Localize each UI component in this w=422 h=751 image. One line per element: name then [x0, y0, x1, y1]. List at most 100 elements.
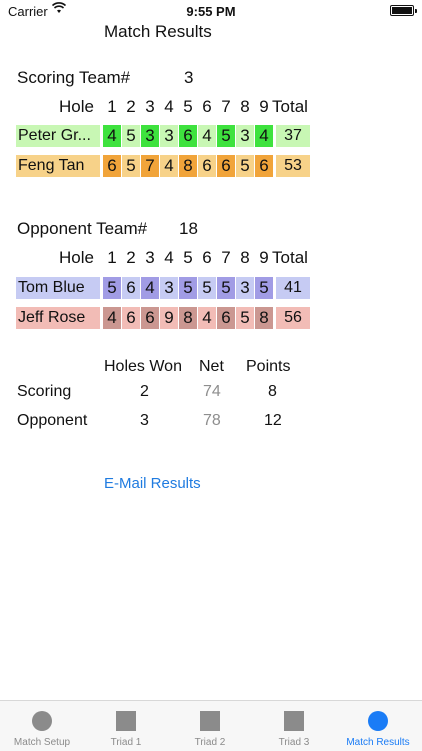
score-cell: 4 — [255, 125, 273, 147]
score-cell: 6 — [198, 155, 216, 177]
summary-row-label: Scoring — [17, 383, 72, 400]
hole-number: 1 — [107, 97, 117, 116]
hole-number: 7 — [221, 97, 231, 116]
tab-label: Triad 3 — [278, 737, 310, 748]
battery-icon — [390, 5, 417, 16]
score-cell: 6 — [255, 155, 273, 177]
hole-number: 2 — [126, 248, 136, 267]
square-icon — [284, 711, 304, 731]
square-icon — [200, 711, 220, 731]
hole-number: 3 — [145, 97, 155, 116]
score-cell: 8 — [255, 307, 273, 329]
score-cell: 4 — [103, 125, 121, 147]
score-cell: 5 — [103, 277, 121, 299]
player-row-tom: Tom Blue 5 6 4 3 5 5 5 3 5 41 — [0, 277, 422, 299]
tab-label: Match Results — [346, 737, 410, 748]
total-label: Total — [272, 248, 308, 267]
player-row-feng: Feng Tan 6 5 7 4 8 6 6 5 6 53 — [0, 155, 422, 177]
score-cell: 6 — [217, 155, 235, 177]
scoring-team-label: Scoring Team# — [17, 68, 131, 87]
total-label: Total — [272, 97, 308, 116]
score-cell: 6 — [179, 125, 197, 147]
score-cell: 8 — [179, 307, 197, 329]
score-cell: 8 — [179, 155, 197, 177]
total-cell: 56 — [276, 307, 310, 329]
status-bar: Carrier 9:55 PM — [0, 0, 422, 22]
opponent-team-number: 18 — [179, 219, 198, 238]
score-cell: 5 — [236, 155, 254, 177]
net-value: 78 — [203, 412, 221, 429]
tab-triad-3[interactable]: Triad 3 — [252, 701, 336, 751]
score-cell: 5 — [217, 125, 235, 147]
hole-number: 7 — [221, 248, 231, 267]
tab-triad-1[interactable]: Triad 1 — [84, 701, 168, 751]
hole-number: 6 — [202, 97, 212, 116]
score-cell: 5 — [198, 277, 216, 299]
circle-icon — [32, 711, 52, 731]
score-cell: 5 — [217, 277, 235, 299]
player-name: Peter Gr... — [16, 125, 100, 147]
tab-label: Match Setup — [13, 737, 71, 748]
score-cell: 5 — [122, 155, 140, 177]
score-cell: 3 — [160, 277, 178, 299]
square-icon — [116, 711, 136, 731]
hole-number: 8 — [240, 97, 250, 116]
score-cell: 4 — [198, 307, 216, 329]
score-cell: 3 — [236, 277, 254, 299]
hole-number: 8 — [240, 248, 250, 267]
tab-match-setup[interactable]: Match Setup — [0, 701, 84, 751]
hole-number: 1 — [107, 248, 117, 267]
score-cell: 3 — [160, 125, 178, 147]
opponent-team-label: Opponent Team# — [17, 219, 148, 238]
points-value: 8 — [268, 383, 277, 400]
player-name: Jeff Rose — [16, 307, 100, 329]
score-cell: 5 — [122, 125, 140, 147]
hole-label: Hole — [59, 248, 94, 267]
circle-icon — [368, 711, 388, 731]
holes-won-value: 3 — [140, 412, 149, 429]
total-cell: 53 — [276, 155, 310, 177]
tab-label: Triad 1 — [110, 737, 142, 748]
score-cell: 7 — [141, 155, 159, 177]
email-results-button[interactable]: E-Mail Results — [104, 475, 201, 492]
summary-row-label: Opponent — [17, 412, 88, 429]
total-cell: 41 — [276, 277, 310, 299]
score-cell: 3 — [141, 125, 159, 147]
score-cell: 5 — [255, 277, 273, 299]
tab-bar: Match Setup Triad 1 Triad 2 Triad 3 Matc… — [0, 700, 422, 751]
hole-number: 5 — [183, 248, 193, 267]
net-value: 74 — [203, 383, 221, 400]
opponent-hole-header-row: Hole 1 2 3 4 5 6 7 8 9 Total — [0, 247, 422, 269]
tab-triad-2[interactable]: Triad 2 — [168, 701, 252, 751]
points-header: Points — [246, 358, 291, 375]
clock: 9:55 PM — [186, 4, 236, 19]
score-cell: 6 — [217, 307, 235, 329]
player-row-peter: Peter Gr... 4 5 3 3 6 4 5 3 4 37 — [0, 125, 422, 147]
hole-number: 3 — [145, 248, 155, 267]
score-cell: 6 — [141, 307, 159, 329]
tab-match-results[interactable]: Match Results — [336, 701, 420, 751]
hole-number: 4 — [164, 248, 174, 267]
score-cell: 9 — [160, 307, 178, 329]
scoring-team-number: 3 — [184, 68, 194, 87]
holes-won-header: Holes Won — [104, 358, 182, 375]
net-header: Net — [199, 358, 224, 375]
score-cell: 4 — [103, 307, 121, 329]
page-title: Match Results — [104, 22, 212, 41]
score-cell: 6 — [103, 155, 121, 177]
hole-number: 6 — [202, 248, 212, 267]
score-cell: 5 — [179, 277, 197, 299]
tab-label: Triad 2 — [194, 737, 226, 748]
holes-won-value: 2 — [140, 383, 149, 400]
player-name: Tom Blue — [16, 277, 100, 299]
hole-number: 2 — [126, 97, 136, 116]
score-cell: 4 — [198, 125, 216, 147]
score-cell: 4 — [141, 277, 159, 299]
score-cell: 5 — [236, 307, 254, 329]
score-cell: 6 — [122, 277, 140, 299]
player-name: Feng Tan — [16, 155, 100, 177]
player-row-jeff: Jeff Rose 4 6 6 9 8 4 6 5 8 56 — [0, 307, 422, 329]
score-cell: 4 — [160, 155, 178, 177]
hole-number: 4 — [164, 97, 174, 116]
hole-number: 5 — [183, 97, 193, 116]
